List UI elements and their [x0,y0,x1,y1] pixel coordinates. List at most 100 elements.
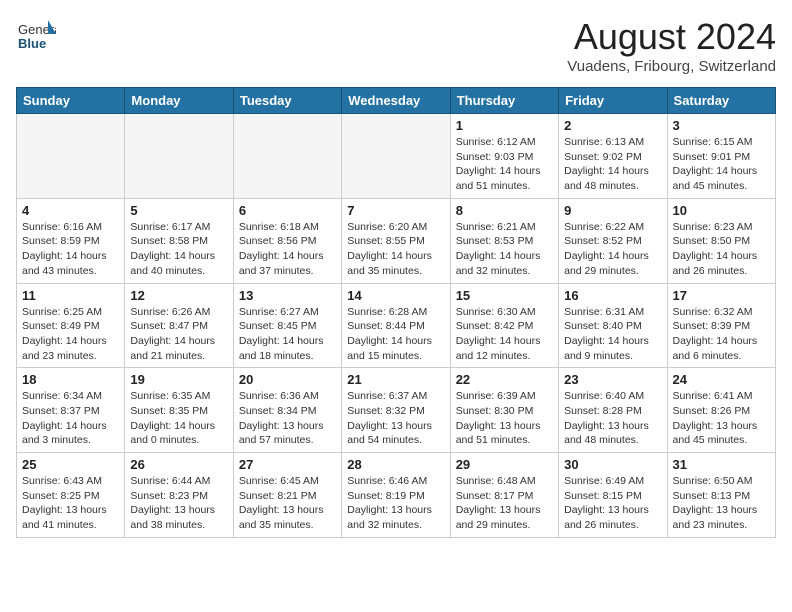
cell-content: Sunrise: 6:48 AM Sunset: 8:17 PM Dayligh… [456,474,553,533]
calendar-cell: 27 Sunrise: 6:45 AM Sunset: 8:21 PM Dayli… [233,453,341,538]
calendar-week-4: 18 Sunrise: 6:34 AM Sunset: 8:37 PM Dayli… [17,368,776,453]
cell-content: Sunrise: 6:25 AM Sunset: 8:49 PM Dayligh… [22,305,119,364]
cell-content: Sunrise: 6:28 AM Sunset: 8:44 PM Dayligh… [347,305,444,364]
day-number: 5 [130,203,227,218]
cell-content: Sunrise: 6:31 AM Sunset: 8:40 PM Dayligh… [564,305,661,364]
calendar-cell: 25 Sunrise: 6:43 AM Sunset: 8:25 PM Dayli… [17,453,125,538]
day-number: 26 [130,457,227,472]
logo-icon: General Blue [16,16,56,56]
cell-content: Sunrise: 6:34 AM Sunset: 8:37 PM Dayligh… [22,389,119,448]
calendar-cell [125,114,233,199]
day-number: 15 [456,288,553,303]
calendar-cell: 29 Sunrise: 6:48 AM Sunset: 8:17 PM Dayli… [450,453,558,538]
day-number: 14 [347,288,444,303]
day-number: 24 [673,372,770,387]
calendar-cell: 15 Sunrise: 6:30 AM Sunset: 8:42 PM Dayli… [450,283,558,368]
calendar-cell: 19 Sunrise: 6:35 AM Sunset: 8:35 PM Dayli… [125,368,233,453]
day-number: 19 [130,372,227,387]
cell-content: Sunrise: 6:46 AM Sunset: 8:19 PM Dayligh… [347,474,444,533]
day-number: 29 [456,457,553,472]
cell-content: Sunrise: 6:26 AM Sunset: 8:47 PM Dayligh… [130,305,227,364]
calendar-cell: 26 Sunrise: 6:44 AM Sunset: 8:23 PM Dayli… [125,453,233,538]
calendar-cell: 13Sunrise: 6:27 AM Sunset: 8:45 PM Dayli… [233,283,341,368]
calendar-cell [233,114,341,199]
cell-content: Sunrise: 6:37 AM Sunset: 8:32 PM Dayligh… [347,389,444,448]
calendar-week-3: 11 Sunrise: 6:25 AM Sunset: 8:49 PM Dayli… [17,283,776,368]
weekday-header-thursday: Thursday [450,88,558,114]
cell-content: Sunrise: 6:16 AM Sunset: 8:59 PM Dayligh… [22,220,119,279]
day-number: 25 [22,457,119,472]
weekday-header-tuesday: Tuesday [233,88,341,114]
cell-content: Sunrise: 6:36 AM Sunset: 8:34 PM Dayligh… [239,389,336,448]
day-number: 23 [564,372,661,387]
cell-content: Sunrise: 6:12 AM Sunset: 9:03 PM Dayligh… [456,135,553,194]
cell-content: Sunrise: 6:50 AM Sunset: 8:13 PM Dayligh… [673,474,770,533]
day-number: 7 [347,203,444,218]
day-number: 18 [22,372,119,387]
page-header: General Blue August 2024 Vuadens, Fribou… [16,16,776,75]
cell-content: Sunrise: 6:15 AM Sunset: 9:01 PM Dayligh… [673,135,770,194]
cell-content: Sunrise: 6:45 AM Sunset: 8:21 PM Dayligh… [239,474,336,533]
cell-content: Sunrise: 6:27 AM Sunset: 8:45 PM Dayligh… [239,305,336,364]
cell-content: Sunrise: 6:23 AM Sunset: 8:50 PM Dayligh… [673,220,770,279]
day-number: 31 [673,457,770,472]
calendar-cell: 16 Sunrise: 6:31 AM Sunset: 8:40 PM Dayli… [559,283,667,368]
cell-content: Sunrise: 6:41 AM Sunset: 8:26 PM Dayligh… [673,389,770,448]
cell-content: Sunrise: 6:13 AM Sunset: 9:02 PM Dayligh… [564,135,661,194]
calendar-cell: 10Sunrise: 6:23 AM Sunset: 8:50 PM Dayli… [667,198,775,283]
calendar-cell [342,114,450,199]
day-number: 27 [239,457,336,472]
calendar-cell: 7 Sunrise: 6:20 AM Sunset: 8:55 PM Daylig… [342,198,450,283]
cell-content: Sunrise: 6:43 AM Sunset: 8:25 PM Dayligh… [22,474,119,533]
day-number: 11 [22,288,119,303]
calendar-cell: 1Sunrise: 6:12 AM Sunset: 9:03 PM Daylig… [450,114,558,199]
day-number: 16 [564,288,661,303]
calendar-cell: 11 Sunrise: 6:25 AM Sunset: 8:49 PM Dayli… [17,283,125,368]
day-number: 17 [673,288,770,303]
calendar-table: SundayMondayTuesdayWednesdayThursdayFrid… [16,87,776,538]
month-year-title: August 2024 [567,16,776,58]
cell-content: Sunrise: 6:40 AM Sunset: 8:28 PM Dayligh… [564,389,661,448]
calendar-cell: 22 Sunrise: 6:39 AM Sunset: 8:30 PM Dayli… [450,368,558,453]
day-number: 8 [456,203,553,218]
cell-content: Sunrise: 6:17 AM Sunset: 8:58 PM Dayligh… [130,220,227,279]
cell-content: Sunrise: 6:22 AM Sunset: 8:52 PM Dayligh… [564,220,661,279]
cell-content: Sunrise: 6:39 AM Sunset: 8:30 PM Dayligh… [456,389,553,448]
calendar-cell: 9 Sunrise: 6:22 AM Sunset: 8:52 PM Daylig… [559,198,667,283]
cell-content: Sunrise: 6:44 AM Sunset: 8:23 PM Dayligh… [130,474,227,533]
calendar-cell: 3Sunrise: 6:15 AM Sunset: 9:01 PM Daylig… [667,114,775,199]
calendar-cell: 31 Sunrise: 6:50 AM Sunset: 8:13 PM Dayli… [667,453,775,538]
calendar-cell: 23 Sunrise: 6:40 AM Sunset: 8:28 PM Dayli… [559,368,667,453]
logo: General Blue [16,16,56,56]
calendar-cell: 2 Sunrise: 6:13 AM Sunset: 9:02 PM Daylig… [559,114,667,199]
calendar-cell [17,114,125,199]
day-number: 30 [564,457,661,472]
weekday-header-monday: Monday [125,88,233,114]
cell-content: Sunrise: 6:35 AM Sunset: 8:35 PM Dayligh… [130,389,227,448]
weekday-header-friday: Friday [559,88,667,114]
day-number: 4 [22,203,119,218]
weekday-header-wednesday: Wednesday [342,88,450,114]
cell-content: Sunrise: 6:30 AM Sunset: 8:42 PM Dayligh… [456,305,553,364]
day-number: 21 [347,372,444,387]
calendar-cell: 17Sunrise: 6:32 AM Sunset: 8:39 PM Dayli… [667,283,775,368]
calendar-week-5: 25 Sunrise: 6:43 AM Sunset: 8:25 PM Dayli… [17,453,776,538]
calendar-cell: 6Sunrise: 6:18 AM Sunset: 8:56 PM Daylig… [233,198,341,283]
cell-content: Sunrise: 6:49 AM Sunset: 8:15 PM Dayligh… [564,474,661,533]
day-number: 9 [564,203,661,218]
calendar-cell: 24 Sunrise: 6:41 AM Sunset: 8:26 PM Dayli… [667,368,775,453]
calendar-week-1: 1Sunrise: 6:12 AM Sunset: 9:03 PM Daylig… [17,114,776,199]
cell-content: Sunrise: 6:20 AM Sunset: 8:55 PM Dayligh… [347,220,444,279]
calendar-cell: 21 Sunrise: 6:37 AM Sunset: 8:32 PM Dayli… [342,368,450,453]
calendar-cell: 18 Sunrise: 6:34 AM Sunset: 8:37 PM Dayli… [17,368,125,453]
day-number: 2 [564,118,661,133]
day-number: 6 [239,203,336,218]
calendar-cell: 30 Sunrise: 6:49 AM Sunset: 8:15 PM Dayli… [559,453,667,538]
calendar-cell: 8Sunrise: 6:21 AM Sunset: 8:53 PM Daylig… [450,198,558,283]
svg-text:Blue: Blue [18,36,46,51]
day-number: 22 [456,372,553,387]
title-area: August 2024 Vuadens, Fribourg, Switzerla… [567,16,776,75]
weekday-header-row: SundayMondayTuesdayWednesdayThursdayFrid… [17,88,776,114]
day-number: 20 [239,372,336,387]
calendar-week-2: 4 Sunrise: 6:16 AM Sunset: 8:59 PM Daylig… [17,198,776,283]
